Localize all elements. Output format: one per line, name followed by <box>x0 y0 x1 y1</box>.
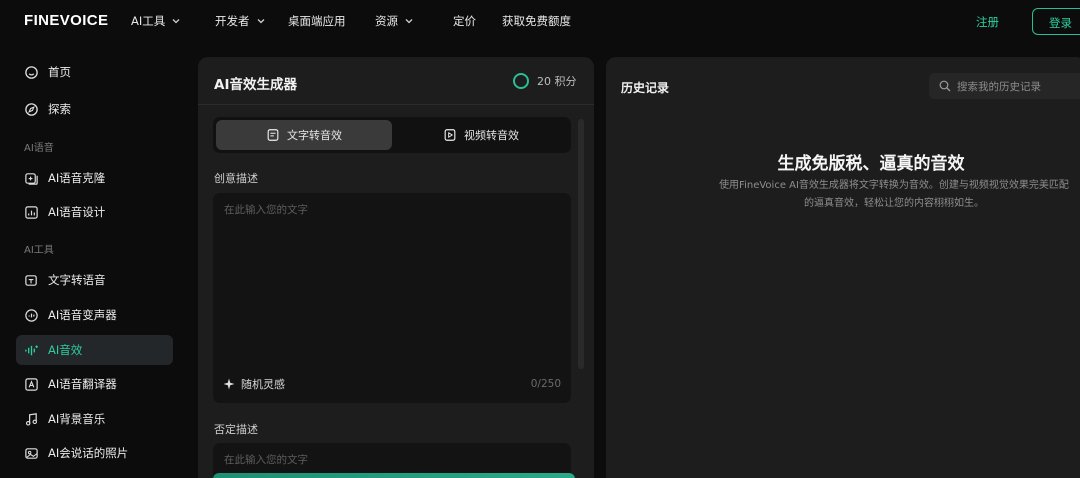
history-title: 历史记录 <box>621 81 670 95</box>
nav-pricing-label: 定价 <box>453 14 476 28</box>
history-search-input[interactable]: 搜索我的历史记录 <box>929 73 1080 99</box>
sidebar-item-sound-effects[interactable]: AI音效 <box>16 335 173 365</box>
tab-label: 文字转音效 <box>287 129 342 142</box>
mode-tabs: 文字转音效 视频转音效 <box>213 117 571 153</box>
register-link[interactable]: 注册 <box>976 14 999 30</box>
sound-wave-icon <box>25 344 39 355</box>
negative-placeholder: 在此输入您的文字 <box>224 454 308 466</box>
voice-clone-icon <box>25 172 38 185</box>
nav-desktop-app-label: 桌面端应用 <box>288 14 346 28</box>
photo-icon <box>25 447 38 459</box>
login-button[interactable]: 登录 <box>1032 8 1080 35</box>
sidebar-item-talking-photo[interactable]: AI会说话的照片 <box>16 438 173 468</box>
negative-label: 否定描述 <box>214 423 258 436</box>
prompt-label: 创意描述 <box>214 172 258 185</box>
empty-state-title: 生成免版税、逼真的音效 <box>777 154 965 174</box>
translate-icon <box>25 377 38 391</box>
chevron-down-icon <box>257 19 264 24</box>
nav-resources-label: 资源 <box>375 14 398 28</box>
nav-free-credits-label: 获取免费额度 <box>502 14 571 28</box>
nav-desktop-app[interactable]: 桌面端应用 <box>288 13 346 29</box>
sidebar-item-voice-design[interactable]: AI语音设计 <box>16 197 173 227</box>
compass-icon <box>25 102 38 116</box>
tab-label: 视频转音效 <box>464 129 519 142</box>
voice-design-icon <box>25 205 38 219</box>
text-to-speech-icon <box>25 274 37 286</box>
credits-value: 20 积分 <box>537 75 577 88</box>
generate-button[interactable] <box>213 473 575 478</box>
sidebar-item-voice-changer[interactable]: AI语音变声器 <box>16 300 173 330</box>
sidebar: 首页 探索 AI语音 AI语音克隆 AI语音设计 AI工具 文字转语音 AI语音… <box>0 54 190 478</box>
tab-video-to-sfx[interactable]: 视频转音效 <box>393 120 569 150</box>
sidebar-item-bgm[interactable]: AI背景音乐 <box>16 404 173 434</box>
video-icon <box>444 129 456 141</box>
random-inspiration-label: 随机灵感 <box>241 378 285 391</box>
char-counter: 0/250 <box>530 378 561 390</box>
nav-ai-tools[interactable]: AI工具 <box>131 13 181 29</box>
credits-indicator: 20 积分 <box>513 73 577 89</box>
home-icon <box>25 65 38 79</box>
credits-ring-icon <box>513 73 529 89</box>
nav-developer[interactable]: 开发者 <box>215 13 266 29</box>
random-inspiration-button[interactable]: 随机灵感 <box>223 376 285 392</box>
sidebar-section-voice: AI语音 <box>24 143 54 154</box>
nav-resources[interactable]: 资源 <box>375 13 414 29</box>
sparkle-icon <box>223 378 235 390</box>
sidebar-item-label: 探索 <box>48 102 71 116</box>
voice-changer-icon <box>25 308 38 322</box>
search-icon <box>939 80 951 92</box>
nav-developer-label: 开发者 <box>215 14 250 28</box>
sidebar-item-voice-clone[interactable]: AI语音克隆 <box>16 163 173 193</box>
sidebar-item-label: AI语音克隆 <box>48 171 106 185</box>
sidebar-section-tools: AI工具 <box>24 245 54 256</box>
nav-ai-tools-label: AI工具 <box>131 14 166 28</box>
tab-text-to-sfx[interactable]: 文字转音效 <box>216 120 392 150</box>
sidebar-item-label: AI语音设计 <box>48 205 106 219</box>
top-navbar: FINEVOICE AI工具 开发者 桌面端应用 资源 定价 获取免费额度 注册… <box>0 0 1080 44</box>
sidebar-item-label: AI语音变声器 <box>48 308 117 322</box>
sidebar-item-label: AI背景音乐 <box>48 412 106 426</box>
nav-free-credits[interactable]: 获取免费额度 <box>502 13 571 29</box>
sidebar-item-home[interactable]: 首页 <box>16 57 173 87</box>
sidebar-item-label: AI音效 <box>48 343 83 357</box>
divider <box>198 104 594 105</box>
panel-title: AI音效生成器 <box>214 77 297 93</box>
prompt-placeholder: 在此输入您的文字 <box>224 204 308 216</box>
sidebar-item-label: AI语音翻译器 <box>48 377 117 391</box>
chevron-down-icon <box>405 19 413 24</box>
text-doc-icon <box>267 129 279 141</box>
sidebar-item-translator[interactable]: AI语音翻译器 <box>16 369 173 399</box>
sidebar-item-tts[interactable]: 文字转语音 <box>16 265 173 295</box>
sidebar-item-label: 文字转语音 <box>48 273 106 287</box>
history-panel: 历史记录 搜索我的历史记录 生成免版税、逼真的音效 使用FineVoice AI… <box>606 57 1080 478</box>
chevron-down-icon <box>172 19 180 24</box>
sidebar-item-label: 首页 <box>48 65 71 79</box>
sound-effect-generator-panel: AI音效生成器 20 积分 文字转音效 视频转音效 创意描述 在此输入您的文字 … <box>198 57 594 478</box>
empty-state-description: 使用FineVoice AI音效生成器将文字转换为音效。创建与视频视觉效果完美匹… <box>719 180 1069 209</box>
brand-logo[interactable]: FINEVOICE <box>24 12 108 29</box>
sidebar-item-explore[interactable]: 探索 <box>16 94 173 124</box>
music-note-icon <box>25 412 38 425</box>
history-search-placeholder: 搜索我的历史记录 <box>957 80 1041 93</box>
panel-scrollbar[interactable] <box>578 119 584 369</box>
sidebar-item-label: AI会说话的照片 <box>48 446 129 460</box>
nav-pricing[interactable]: 定价 <box>453 13 476 29</box>
prompt-textarea[interactable]: 在此输入您的文字 随机灵感 0/250 <box>213 193 571 403</box>
